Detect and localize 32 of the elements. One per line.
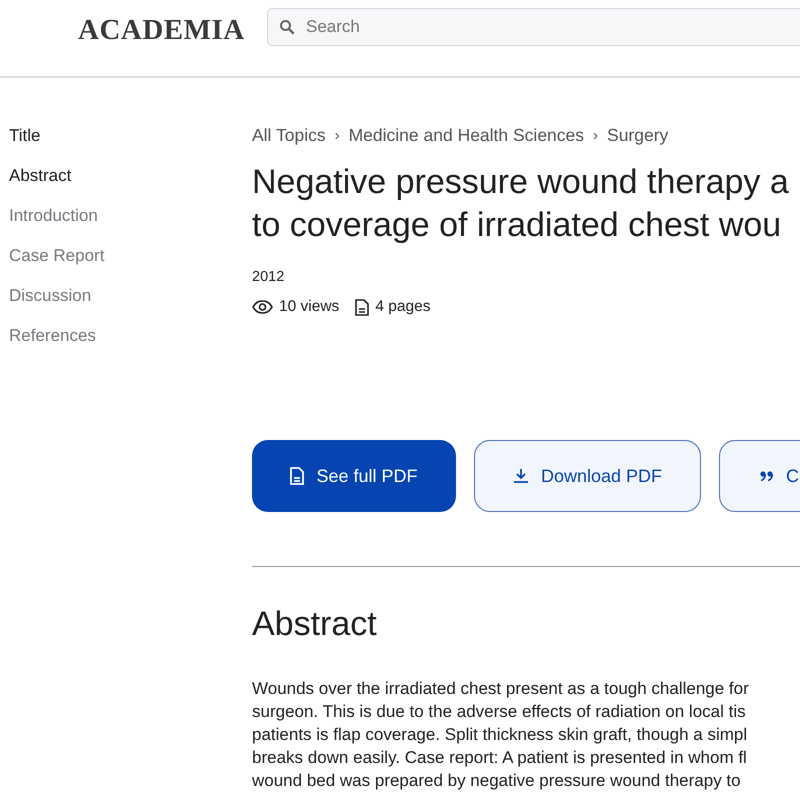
outline-link[interactable]: Abstract: [9, 164, 72, 187]
document-icon: [355, 298, 370, 316]
paper-title-line: Negative pressure wound therapy a: [252, 162, 789, 203]
outline-link[interactable]: Discussion: [9, 284, 92, 307]
abstract-text-line: Wounds over the irradiated chest present as a tough challenge for: [252, 678, 749, 700]
logo[interactable]: ACADEMIA: [78, 14, 267, 47]
outline-link[interactable]: Title: [9, 124, 40, 147]
outline-link[interactable]: Introduction: [9, 204, 98, 227]
abstract-text-line: surgeon. This is due to the adverse effects of radiation on local tis: [252, 701, 746, 723]
see-full-pdf-button[interactable]: See full PDF: [252, 440, 456, 512]
abstract-text-line: patients is flap coverage. Split thickness skin graft, though a simpl: [252, 724, 748, 746]
download-pdf-button[interactable]: Download PDF: [474, 440, 701, 512]
abstract-text-line: breaks down easily. Case report: A patient is presented in whom fl: [252, 747, 747, 769]
breadcrumb-link[interactable]: Surgery: [607, 124, 668, 147]
breadcrumb-separator: ›: [334, 126, 340, 146]
breadcrumb-separator: ›: [593, 126, 598, 146]
paper-title-line: to coverage of irradiated chest wou: [252, 205, 782, 246]
breadcrumb-link[interactable]: Medicine and Health Sciences: [348, 124, 584, 147]
outline-link[interactable]: References: [9, 324, 96, 347]
search-field[interactable]: Search: [267, 8, 800, 46]
page-count: 4 pages: [375, 298, 430, 316]
download-icon: [512, 468, 529, 484]
view-count: 10 views: [279, 298, 340, 316]
quote-icon: [760, 471, 774, 481]
section-heading: Abstract: [252, 605, 378, 644]
year: 2012: [252, 269, 286, 285]
breadcrumb-link[interactable]: All Topics: [252, 124, 326, 147]
cite-button[interactable]: C: [719, 440, 800, 512]
document-icon: [290, 467, 304, 485]
outline-link[interactable]: Case Report: [9, 244, 104, 267]
abstract-text-line: wound bed was prepared by negative pressure wound therapy to: [252, 770, 741, 792]
eye-icon: [252, 300, 273, 314]
